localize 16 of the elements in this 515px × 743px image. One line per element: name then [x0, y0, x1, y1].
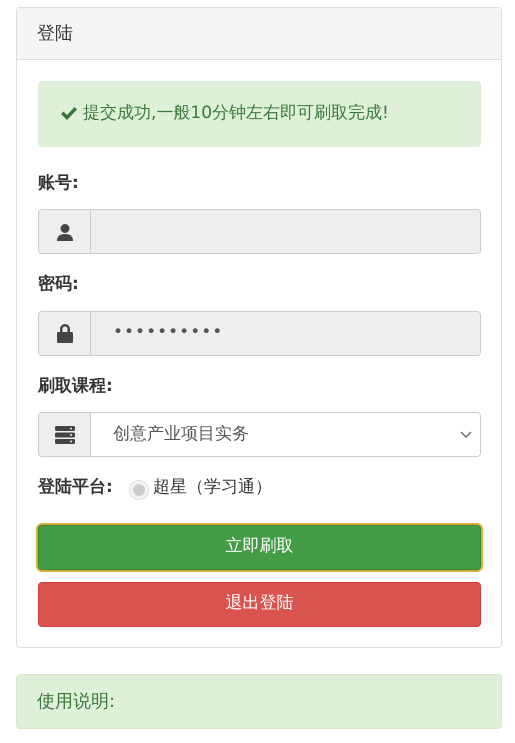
field-label: 密码: [38, 273, 79, 296]
lock-icon [56, 323, 74, 343]
panel-title: 登陆 [17, 8, 501, 60]
platform-label: 登陆平台: [38, 476, 113, 499]
check-icon [60, 106, 78, 122]
instructions-title: 使用说明: [16, 674, 502, 728]
logout-button[interactable]: 退出登陆 [38, 582, 481, 626]
chevron-down-icon [460, 430, 472, 438]
field-label: 账号: [38, 172, 79, 194]
radio-label: 超星（学习通） [152, 476, 272, 499]
course-select[interactable]: 创意产业项目实务 [38, 412, 481, 457]
alert-message: 提交成功,一般10分钟左右即可刷取完成! [83, 102, 389, 125]
server-icon [54, 426, 74, 444]
start-button[interactable]: 立即刷取 [38, 524, 481, 570]
field-label: 刷取课程: [38, 374, 113, 398]
user-icon [56, 222, 74, 240]
